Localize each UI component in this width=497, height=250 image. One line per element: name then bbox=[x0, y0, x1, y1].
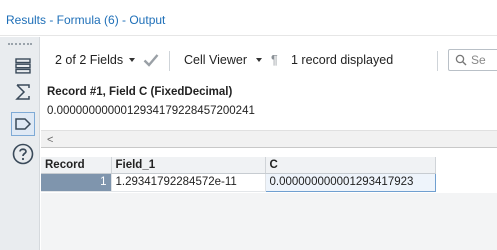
table-icon bbox=[15, 58, 31, 74]
toolbar-divider bbox=[169, 51, 170, 71]
help-button[interactable] bbox=[11, 142, 35, 166]
pilcrow-toggle[interactable]: ¶ bbox=[271, 45, 278, 75]
check-icon bbox=[143, 54, 159, 67]
cell-viewer-header: Record #1, Field C (FixedDecimal) bbox=[47, 86, 233, 98]
results-toolbar: 2 of 2 Fields Cell Viewer ¶ 1 record dis… bbox=[41, 45, 497, 75]
summary-button[interactable] bbox=[11, 80, 35, 104]
search-input[interactable]: Se bbox=[448, 49, 497, 71]
fields-label: 2 of 2 Fields bbox=[55, 53, 124, 67]
column-header-record[interactable]: Record bbox=[41, 157, 112, 174]
chevron-down-icon bbox=[256, 58, 262, 62]
scroll-left-icon[interactable]: < bbox=[47, 134, 53, 146]
grid-background bbox=[41, 193, 497, 250]
left-toolbar bbox=[0, 37, 40, 250]
grip-handle[interactable] bbox=[8, 43, 32, 46]
search-icon bbox=[455, 54, 467, 66]
record-status-text: 1 record displayed bbox=[291, 53, 394, 67]
help-icon bbox=[12, 143, 34, 165]
record-status: 1 record displayed bbox=[291, 45, 393, 75]
toolbar-divider bbox=[437, 51, 438, 71]
fields-dropdown[interactable]: 2 of 2 Fields bbox=[55, 45, 136, 75]
search-placeholder: Se bbox=[471, 53, 486, 67]
results-grid: Record Field_1 C 1 1.29341792284572e-11 … bbox=[41, 157, 436, 192]
window-title: Results - Formula (6) - Output bbox=[6, 13, 166, 27]
cell-viewer-label: Cell Viewer bbox=[184, 53, 247, 67]
table-row: 1 1.29341792284572e-11 0.000000000001293… bbox=[41, 172, 436, 192]
cell-viewer-value[interactable]: 0.000000000001293417922845720024​1 bbox=[41, 102, 497, 130]
column-header-c[interactable]: C bbox=[265, 157, 436, 174]
field-1-cell[interactable]: 1.29341792284572e-11 bbox=[111, 173, 266, 192]
horizontal-scrollbar[interactable]: < bbox=[41, 130, 497, 148]
pilcrow-icon: ¶ bbox=[271, 53, 278, 67]
c-cell[interactable]: 0.000000000001293417923 bbox=[264, 172, 436, 192]
cell-viewer-dropdown[interactable]: Cell Viewer bbox=[184, 45, 262, 75]
metadata-button[interactable] bbox=[11, 112, 35, 136]
chevron-down-icon bbox=[129, 58, 136, 62]
table-view-button[interactable] bbox=[11, 54, 35, 78]
tag-icon bbox=[15, 118, 32, 130]
title-bar: Results - Formula (6) - Output bbox=[0, 0, 497, 36]
apply-button[interactable] bbox=[143, 45, 159, 75]
column-header-field-1[interactable]: Field_1 bbox=[111, 157, 266, 174]
sigma-icon bbox=[15, 84, 30, 100]
record-number-cell[interactable]: 1 bbox=[41, 173, 112, 192]
